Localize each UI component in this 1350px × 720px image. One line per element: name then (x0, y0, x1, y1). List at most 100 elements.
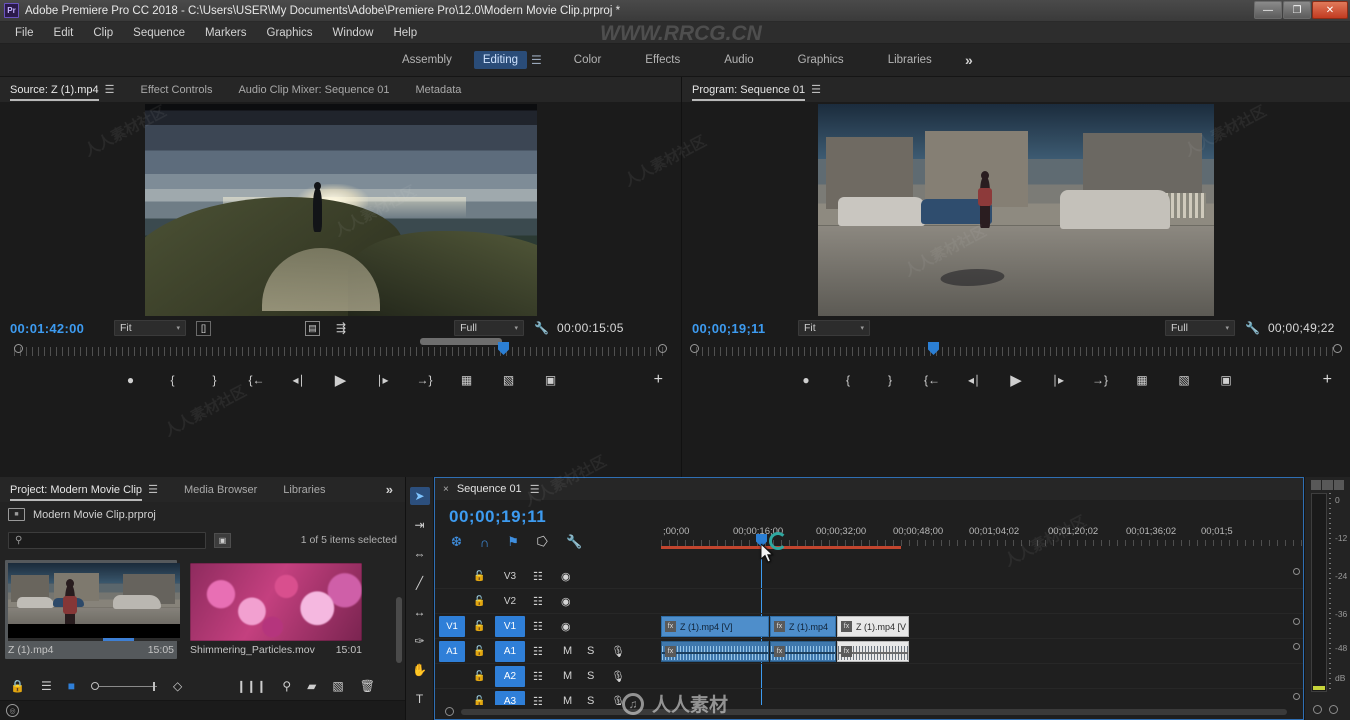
program-panel-menu-icon[interactable]: ☰ (811, 83, 821, 96)
lock-icon[interactable]: 🔓 (473, 646, 485, 657)
source-scrub-track[interactable] (14, 338, 667, 356)
timeline-timecode[interactable]: 00;00;19;11 (449, 507, 661, 527)
track-name-a1[interactable]: A1 (495, 640, 525, 662)
source-scrubber[interactable] (0, 338, 681, 365)
insert-icon[interactable]: ▦ (458, 371, 476, 389)
solo-track-button[interactable]: S (587, 645, 594, 657)
track-visibility-icon[interactable]: ◉ (561, 620, 571, 633)
snap-icon[interactable]: ∩ (480, 535, 489, 550)
source-video-area[interactable] (0, 102, 681, 317)
program-zoom-handle-left[interactable] (690, 344, 699, 353)
track-name-a2[interactable]: A2 (495, 665, 525, 687)
track-header-v3[interactable]: 🔓 V3 ☷ ◉ (435, 564, 661, 589)
ripple-edit-tool[interactable]: ⇔ (410, 545, 430, 563)
source-fit-dropdown[interactable]: Fit ▾ (114, 320, 186, 336)
menu-clip[interactable]: Clip (84, 24, 122, 42)
new-item-icon[interactable]: ▧ (332, 679, 343, 693)
list-view-icon[interactable]: ☰ (41, 679, 52, 693)
lock-icon[interactable]: 🔓 (473, 571, 485, 582)
razor-tool[interactable]: ╱ (410, 574, 430, 592)
track-visibility-icon[interactable]: ◉ (561, 595, 571, 608)
button-editor-icon[interactable]: + (654, 371, 663, 389)
timeline-tracks-area[interactable]: ;00;00 00;00;16;00 00;00;32;00 00;00;48;… (661, 500, 1303, 719)
microphone-icon[interactable]: 🎙 (611, 670, 625, 683)
menu-markers[interactable]: Markers (196, 24, 256, 42)
timeline-row-v1[interactable]: fx Z (1).mp4 [V] fx Z (1).mp4 fx Z (1).m… (661, 614, 1303, 639)
program-scrub-track[interactable] (696, 342, 1336, 356)
mark-in-icon[interactable]: { (839, 371, 857, 389)
marker-icon[interactable]: ⭔ (537, 534, 548, 550)
new-bin-icon[interactable]: ▰ (307, 679, 316, 693)
workspace-overflow-icon[interactable]: » (965, 52, 973, 68)
microphone-icon[interactable]: 🎙 (611, 645, 625, 658)
track-height-handle-v2[interactable] (1293, 618, 1300, 625)
linked-selection-icon[interactable]: ⚑ (507, 534, 519, 550)
tab-sequence-01[interactable]: Sequence 01 (457, 483, 522, 495)
add-marker-icon[interactable]: ● (122, 371, 140, 389)
source-step-icon[interactable]: ⇶ (336, 321, 346, 335)
go-to-in-icon[interactable]: {← (923, 371, 941, 389)
thumbnail-scrubber[interactable] (8, 638, 180, 641)
workspace-tab-graphics[interactable]: Graphics (776, 50, 866, 70)
bin-item-shimmering[interactable]: Shimmering_Particles.mov 15:01 (190, 563, 362, 656)
automate-to-sequence-icon[interactable]: ❙❙❙ (236, 679, 266, 693)
program-video-frame[interactable] (818, 103, 1214, 316)
play-icon[interactable]: ▶ (332, 371, 350, 389)
source-quality-dropdown[interactable]: Full ▾ (454, 320, 525, 336)
program-zoom-handle-right[interactable] (1333, 344, 1342, 353)
source-patch-a1[interactable]: A1 (439, 640, 465, 662)
program-fit-dropdown[interactable]: Fit ▾ (798, 320, 870, 336)
step-back-icon[interactable]: ◂∣ (290, 371, 308, 389)
add-marker-icon[interactable]: ● (797, 371, 815, 389)
workspace-tab-libraries[interactable]: Libraries (866, 50, 954, 70)
go-to-in-icon[interactable]: {← (248, 371, 266, 389)
tab-program[interactable]: Program: Sequence 01 (692, 79, 806, 101)
track-name-v3[interactable]: V3 (495, 566, 525, 587)
track-header-v1[interactable]: V1 🔓 V1 ☷ ◉ (435, 614, 661, 639)
menu-file[interactable]: File (6, 24, 43, 42)
timeline-row-v2[interactable] (661, 589, 1303, 614)
track-select-forward-tool[interactable]: ⇥ (410, 516, 430, 534)
creative-cloud-sync-icon[interactable]: ◎ (6, 704, 19, 717)
timeline-horizontal-scrollbar[interactable] (461, 709, 1287, 715)
workspace-menu-icon[interactable]: ☰ (531, 53, 542, 67)
thumbnail-zoom-slider[interactable] (90, 681, 157, 691)
program-wrench-icon[interactable]: 🔧 (1245, 321, 1260, 335)
timeline-row-v3[interactable] (661, 564, 1303, 589)
sync-lock-icon[interactable]: ☷ (533, 620, 543, 633)
tab-media-browser[interactable]: Media Browser (184, 479, 257, 501)
project-overflow-icon[interactable]: » (386, 482, 393, 497)
play-icon[interactable]: ▶ (1007, 371, 1025, 389)
lock-icon[interactable]: 🔒 (10, 679, 25, 693)
track-header-a2[interactable]: 🔓 A2 ☷ M S 🎙 (435, 664, 661, 689)
track-visibility-icon[interactable]: ◉ (561, 570, 571, 583)
tab-audio-clip-mixer[interactable]: Audio Clip Mixer: Sequence 01 (238, 79, 389, 101)
menu-edit[interactable]: Edit (45, 24, 83, 42)
source-patch-v1[interactable]: V1 (439, 615, 465, 637)
timeline-clip-a1-1[interactable]: fx (661, 641, 769, 662)
track-height-handle-v1[interactable] (1293, 568, 1300, 575)
extract-icon[interactable]: ▧ (1175, 371, 1193, 389)
lift-icon[interactable]: ▦ (1133, 371, 1151, 389)
mute-track-button[interactable]: M (563, 645, 572, 657)
program-quality-dropdown[interactable]: Full ▾ (1165, 320, 1235, 336)
tab-metadata[interactable]: Metadata (416, 79, 462, 101)
minimize-button[interactable]: — (1254, 1, 1282, 19)
workspace-tab-color[interactable]: Color (552, 50, 623, 70)
search-input[interactable]: ⚲ (8, 531, 206, 549)
source-video-frame[interactable] (144, 103, 537, 316)
bin-item-z1[interactable]: Z (1).mp4 15:05 (5, 560, 180, 659)
source-wrench-icon[interactable]: 🔧 (534, 321, 549, 335)
menu-sequence[interactable]: Sequence (124, 24, 194, 42)
lock-icon[interactable]: 🔓 (473, 621, 485, 632)
workspace-tab-effects[interactable]: Effects (623, 50, 702, 70)
button-editor-icon[interactable]: + (1323, 371, 1332, 389)
timeline-clip-a1-3[interactable]: fx (837, 641, 909, 662)
timeline-clip-a1-2[interactable]: fx (770, 641, 836, 662)
hand-tool[interactable]: ✋ (410, 661, 430, 679)
source-zoom-bar[interactable] (420, 338, 502, 345)
menu-window[interactable]: Window (324, 24, 383, 42)
timeline-panel-menu-icon[interactable]: ☰ (530, 483, 540, 496)
find-icon[interactable]: ⚲ (282, 679, 291, 693)
menu-graphics[interactable]: Graphics (258, 24, 322, 42)
